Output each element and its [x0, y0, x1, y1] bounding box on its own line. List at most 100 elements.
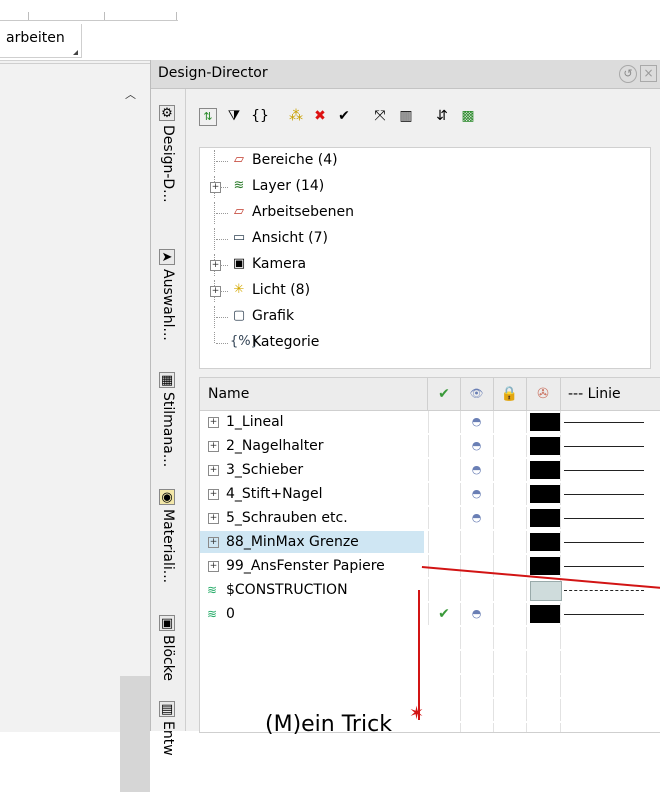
color-cell[interactable]	[526, 579, 562, 601]
expand-icon[interactable]: +	[208, 561, 219, 572]
lock-cell[interactable]	[493, 435, 527, 457]
design-director-panel: Design-Director ↺ × ⚙ Design-D... ➤ Ausw…	[150, 60, 660, 756]
close-icon[interactable]: ×	[640, 65, 657, 82]
expand-icon[interactable]: +	[208, 417, 219, 428]
ribbon-tab-label: arbeiten	[6, 30, 65, 46]
empty-row	[200, 651, 660, 673]
table-settings-icon[interactable]: ▩	[457, 105, 479, 127]
visibility-cell[interactable]: ◓	[460, 435, 494, 457]
lock-cell[interactable]	[493, 603, 527, 625]
active-cell[interactable]	[428, 459, 461, 481]
lock-cell[interactable]	[493, 507, 527, 529]
visibility-cell[interactable]: ◓	[460, 507, 494, 529]
color-cell[interactable]	[526, 459, 561, 481]
line-style-sample	[564, 422, 644, 423]
color-cell[interactable]	[526, 531, 561, 553]
line-cell[interactable]	[560, 555, 660, 577]
pin-icon[interactable]: ↺	[619, 65, 637, 83]
color-swatch	[530, 581, 562, 601]
lock-cell[interactable]	[493, 531, 527, 553]
lock-cell[interactable]	[493, 579, 527, 601]
color-cell[interactable]	[526, 483, 561, 505]
tree-item-label: Bereiche (4)	[252, 152, 338, 168]
line-cell[interactable]	[560, 507, 660, 529]
visibility-column-icon[interactable]: 👁	[460, 378, 494, 410]
table-row[interactable]: +88_MinMax Grenze	[200, 531, 660, 553]
lock-column-icon[interactable]: 🔒	[493, 378, 527, 410]
tab-auswahl[interactable]: ➤ Auswahl...	[156, 249, 182, 341]
empty-cell	[428, 675, 461, 697]
color-cell[interactable]	[526, 411, 561, 433]
scrollbar-track[interactable]	[120, 676, 150, 792]
color-column-icon[interactable]: ✇	[526, 378, 561, 410]
expand-icon[interactable]: +	[208, 441, 219, 452]
line-cell[interactable]	[560, 435, 660, 457]
filter-icon[interactable]: ⧩	[223, 105, 245, 127]
lock-cell[interactable]	[493, 411, 527, 433]
visibility-cell[interactable]: ◓	[460, 483, 494, 505]
visibility-cell[interactable]	[460, 579, 494, 601]
table-row[interactable]: ≋ 0 ✔ ◓	[200, 603, 660, 625]
braces-icon[interactable]: {}	[249, 105, 271, 127]
tab-stilmanager[interactable]: ▦ Stilmana...	[156, 372, 182, 467]
visibility-cell[interactable]: ◓	[460, 411, 494, 433]
visibility-cell[interactable]: ◓	[460, 603, 494, 625]
annotation-arrow-icon: ✶	[409, 703, 425, 724]
expand-icon[interactable]: +	[208, 513, 219, 524]
line-cell[interactable]	[560, 603, 660, 625]
table-row[interactable]: +4_Stift+Nagel ◓	[200, 483, 660, 505]
panel-title-bar: Design-Director ↺ ×	[151, 60, 660, 89]
refresh-icon[interactable]: ⇅	[199, 108, 217, 126]
accept-icon[interactable]: ✔	[333, 105, 355, 127]
properties-icon[interactable]: ▥	[395, 105, 417, 127]
table-row[interactable]: +5_Schrauben etc. ◓	[200, 507, 660, 529]
tree-item-label: Kamera	[252, 256, 307, 272]
line-cell[interactable]	[560, 411, 660, 433]
lock-cell[interactable]	[493, 483, 527, 505]
expand-icon[interactable]: +	[208, 465, 219, 476]
tab-bloecke[interactable]: ▣ Blöcke	[156, 615, 182, 681]
expand-icon[interactable]: +	[208, 489, 219, 500]
scroll-up-icon[interactable]: ︿	[125, 86, 136, 102]
tree-item-label: Ansicht (7)	[252, 230, 328, 246]
line-cell[interactable]	[560, 483, 660, 505]
lock-cell[interactable]	[493, 459, 527, 481]
line-style-sample	[564, 470, 644, 471]
active-cell[interactable]	[428, 435, 461, 457]
vertical-tab-strip: ⚙ Design-D... ➤ Auswahl... ▦ Stilmana...…	[151, 89, 186, 756]
active-cell[interactable]	[428, 579, 461, 601]
design-director-icon: ⚙	[159, 105, 175, 121]
table-row[interactable]: +3_Schieber ◓	[200, 459, 660, 481]
ribbon-remnant: arbeiten	[0, 0, 180, 60]
visibility-cell[interactable]: ◓	[460, 459, 494, 481]
dialog-launcher-icon[interactable]	[73, 50, 78, 55]
color-cell[interactable]	[526, 435, 561, 457]
active-cell[interactable]	[428, 411, 461, 433]
table-row[interactable]: +2_Nagelhalter ◓	[200, 435, 660, 457]
active-cell[interactable]	[428, 483, 461, 505]
color-cell[interactable]	[526, 555, 561, 577]
tab-entwurf[interactable]: ▤ Entw	[156, 701, 182, 756]
expand-icon[interactable]: +	[208, 537, 219, 548]
select-objects-icon[interactable]: ⤧	[369, 105, 391, 127]
visibility-cell[interactable]	[460, 531, 494, 553]
new-layer-icon[interactable]: ⁂	[285, 105, 307, 127]
line-cell[interactable]	[560, 459, 660, 481]
line-style-sample	[564, 614, 644, 615]
active-column-icon[interactable]: ✔	[428, 378, 461, 410]
tab-design-director[interactable]: ⚙ Design-D...	[156, 105, 182, 203]
delete-icon[interactable]: ✖	[309, 105, 331, 127]
ribbon-tab-arbeiten[interactable]: arbeiten	[0, 24, 82, 58]
column-header-line[interactable]: --- Linie	[560, 378, 660, 410]
active-cell[interactable]: ✔	[428, 603, 461, 625]
active-cell[interactable]	[428, 531, 461, 553]
line-cell[interactable]	[560, 531, 660, 553]
tab-materialien[interactable]: ◉ Materiali...	[156, 489, 182, 583]
sort-icon[interactable]: ⇵	[431, 105, 453, 127]
color-cell[interactable]	[526, 507, 561, 529]
layer-name: $CONSTRUCTION	[226, 582, 348, 598]
color-cell[interactable]	[526, 603, 561, 625]
column-header-name[interactable]: Name	[200, 378, 428, 410]
active-cell[interactable]	[428, 507, 461, 529]
table-row[interactable]: +1_Lineal ◓	[200, 411, 660, 433]
